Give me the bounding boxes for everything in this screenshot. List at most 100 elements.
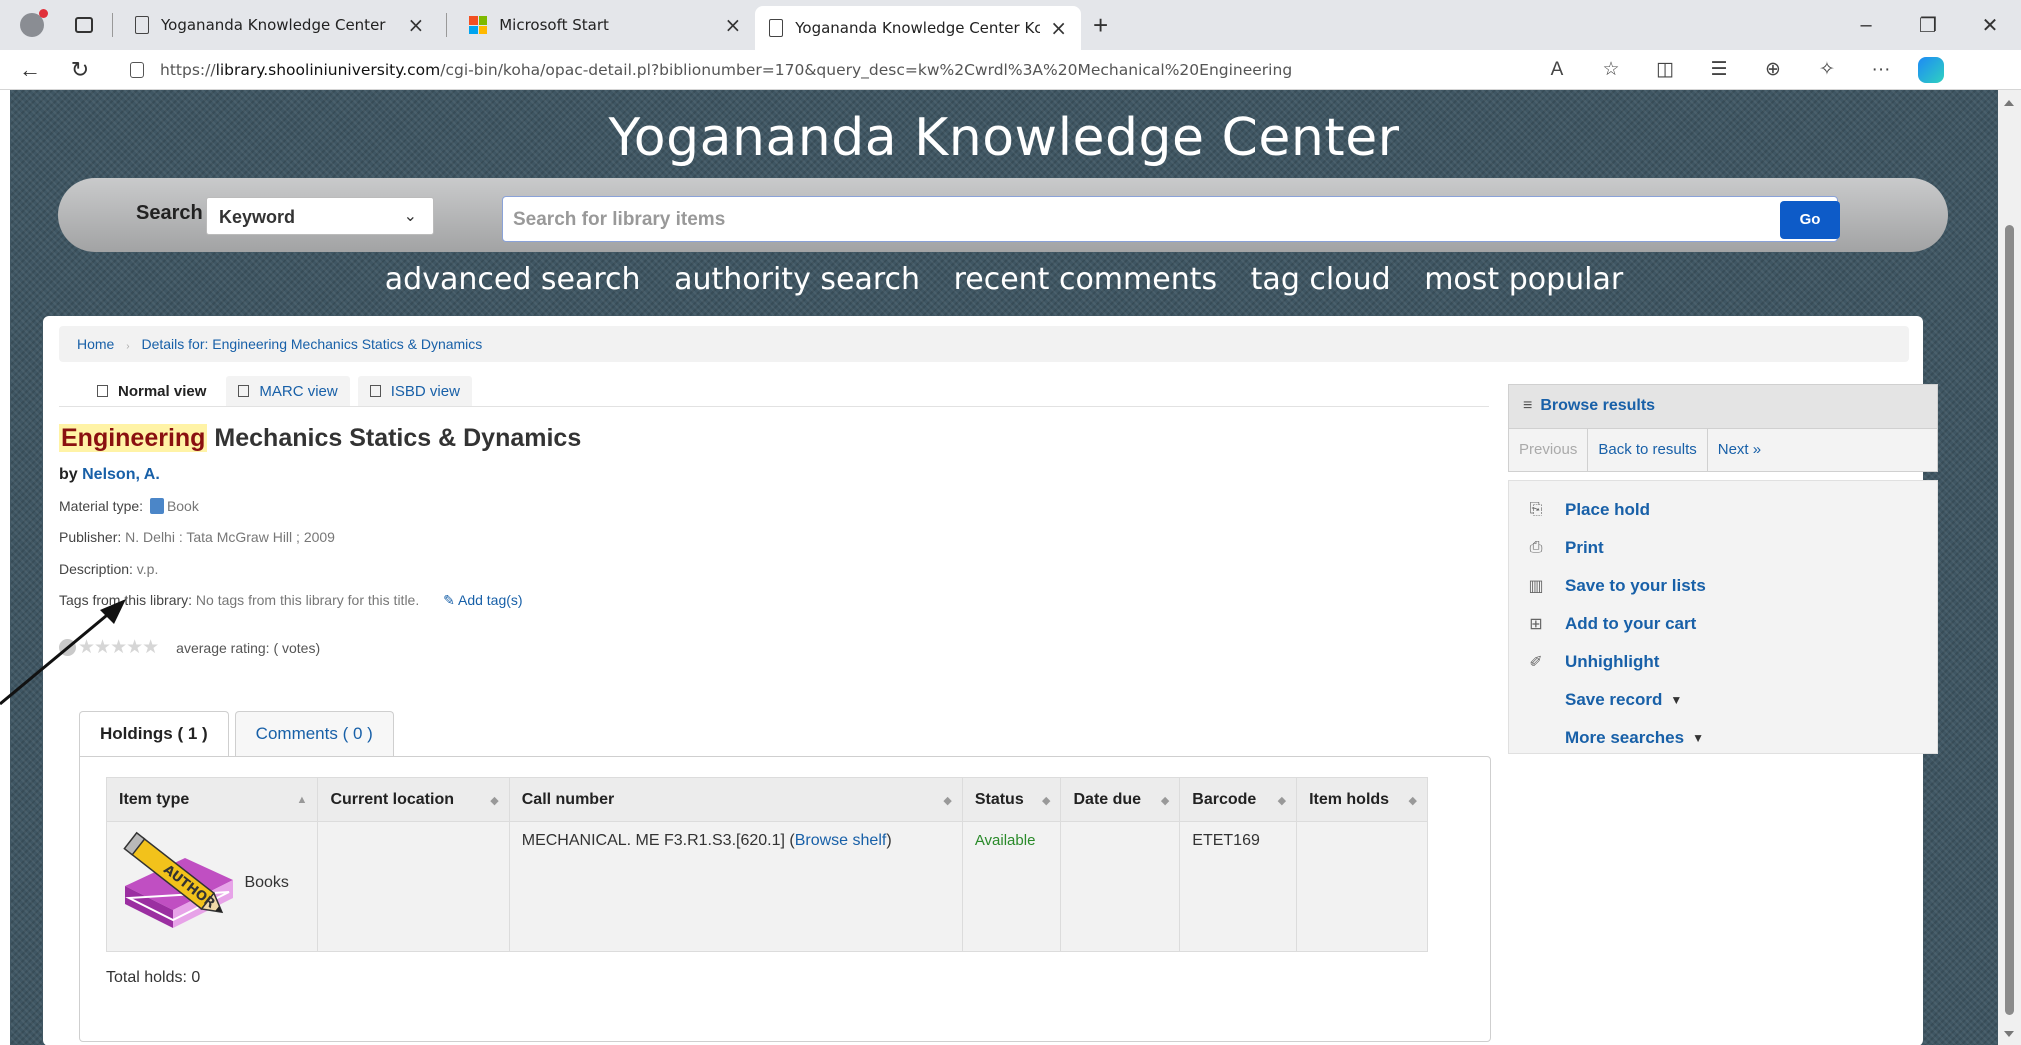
list-icon bbox=[238, 385, 250, 397]
search-term-highlight: Engineering bbox=[59, 424, 208, 452]
table-row: AUTHOR Books MECHANICAL. ME F3.R1.S3.[62… bbox=[105, 821, 1428, 952]
browser-tab-1[interactable]: Yogananda Knowledge Center × bbox=[121, 5, 438, 45]
search-input[interactable]: Search for library items bbox=[502, 196, 1838, 242]
tag-cloud-link[interactable]: tag cloud bbox=[1251, 262, 1391, 297]
chevron-down-icon: ⌄ bbox=[403, 208, 417, 225]
collections-icon[interactable]: ⊕ bbox=[1746, 58, 1800, 81]
date-due-cell bbox=[1060, 821, 1181, 952]
microsoft-start-icon bbox=[469, 16, 488, 34]
star-rating: ★★★★★ average rating: ( votes) bbox=[59, 636, 320, 659]
close-tab-icon[interactable]: × bbox=[1050, 16, 1067, 40]
sort-icon: ◆ bbox=[1160, 795, 1170, 807]
refresh-icon[interactable]: ↻ bbox=[60, 57, 100, 83]
book-icon bbox=[149, 498, 164, 514]
favorites-icon[interactable]: ☰ bbox=[1692, 58, 1746, 81]
item-type-cell: AUTHOR Books bbox=[105, 821, 319, 952]
save-record-dropdown[interactable]: Save record ▼ bbox=[1509, 681, 1937, 719]
tab-isbd-view[interactable]: ISBD view bbox=[357, 376, 472, 406]
tab-holdings[interactable]: Holdings ( 1 ) bbox=[79, 711, 229, 757]
sort-icon: ◆ bbox=[943, 795, 952, 807]
read-aloud-icon[interactable]: A bbox=[1530, 59, 1584, 81]
caret-down-icon: ▼ bbox=[1692, 731, 1704, 745]
close-tab-icon[interactable]: × bbox=[724, 13, 741, 37]
author-line: by Nelson, A. bbox=[59, 466, 160, 483]
col-current-location[interactable]: Current location ◆ bbox=[317, 777, 510, 822]
previous-link: Previous bbox=[1509, 429, 1589, 471]
page-scrollbar[interactable] bbox=[1998, 90, 2021, 1045]
caret-down-icon: ▼ bbox=[1670, 693, 1683, 707]
favorite-star-icon[interactable]: ☆ bbox=[1584, 58, 1638, 81]
col-item-type[interactable]: Item type ▲ bbox=[105, 777, 319, 822]
most-popular-link[interactable]: most popular bbox=[1424, 262, 1623, 297]
tab-normal-view[interactable]: Normal view bbox=[85, 376, 219, 406]
barcode-cell: ETET169 bbox=[1179, 821, 1298, 952]
sidebar: ≡ Browse results Previous Back to results… bbox=[1508, 384, 1938, 754]
close-tab-icon[interactable]: × bbox=[407, 13, 424, 37]
col-status[interactable]: Status ◆ bbox=[961, 777, 1062, 822]
advanced-search-link[interactable]: advanced search bbox=[385, 262, 641, 297]
more-searches-dropdown[interactable]: More searches ▼ bbox=[1509, 719, 1937, 757]
col-date-due[interactable]: Date due ◆ bbox=[1060, 777, 1181, 822]
new-tab-icon[interactable]: + bbox=[1093, 10, 1108, 41]
extensions-icon[interactable]: ✧ bbox=[1800, 58, 1854, 81]
browse-results-box: ≡ Browse results Previous Back to results… bbox=[1508, 384, 1938, 472]
add-to-cart-action[interactable]: ⊞ Add to your cart bbox=[1509, 605, 1937, 643]
print-action[interactable]: ⎙ Print bbox=[1509, 529, 1937, 567]
restore-icon[interactable]: ❐ bbox=[1897, 13, 1959, 38]
tab-comments[interactable]: Comments ( 0 ) bbox=[234, 711, 394, 757]
browser-tab-2[interactable]: Microsoft Start × bbox=[455, 5, 755, 45]
tab-marc-view[interactable]: MARC view bbox=[226, 376, 350, 406]
col-call-number[interactable]: Call number ◆ bbox=[508, 777, 963, 822]
go-button[interactable]: Go bbox=[1780, 201, 1840, 239]
profile-icon[interactable] bbox=[12, 5, 52, 45]
document-icon bbox=[97, 385, 108, 397]
col-item-holds[interactable]: Item holds ◆ bbox=[1296, 777, 1428, 822]
rating-stars[interactable]: ★★★★★ bbox=[78, 636, 159, 659]
sort-icon: ◆ bbox=[490, 795, 499, 807]
record-actions: ⎘ Place hold ⎙ Print ▥ Save to your lists ⊞… bbox=[1508, 480, 1938, 754]
more-menu-icon[interactable]: ··· bbox=[1854, 59, 1908, 81]
back-arrow-icon[interactable]: ← bbox=[10, 57, 50, 83]
breadcrumb-current[interactable]: Details for: Engineering Mechanics Stati… bbox=[141, 336, 482, 352]
copilot-icon[interactable] bbox=[1918, 56, 1944, 83]
place-hold-action[interactable]: ⎘ Place hold bbox=[1509, 491, 1937, 529]
address-bar: ← ↻ https://library.shooliniuniversity.c… bbox=[0, 50, 2021, 90]
minimize-icon[interactable]: – bbox=[1835, 14, 1897, 37]
description: Description: v.p. bbox=[59, 561, 159, 577]
book-open-icon bbox=[369, 385, 381, 397]
recent-comments-link[interactable]: recent comments bbox=[954, 262, 1218, 297]
sort-icon: ◆ bbox=[1042, 795, 1051, 807]
browser-tab-3[interactable]: Yogananda Knowledge Center Kc × bbox=[755, 6, 1081, 50]
scroll-down-arrow-icon[interactable] bbox=[2004, 1031, 2014, 1037]
page-icon bbox=[769, 19, 784, 37]
page-background: Yogananda Knowledge Center Search Keywor… bbox=[10, 90, 1998, 1045]
status-cell: Available bbox=[961, 821, 1062, 952]
unhighlight-action[interactable]: ✐ Unhighlight bbox=[1509, 643, 1937, 681]
col-barcode[interactable]: Barcode ◆ bbox=[1179, 777, 1298, 822]
scroll-thumb[interactable] bbox=[2005, 225, 2014, 1015]
search-type-select[interactable]: Keyword ⌄ bbox=[206, 197, 434, 235]
current-location-cell bbox=[317, 821, 510, 952]
add-tag-link[interactable]: ✎ Add tag(s) bbox=[443, 592, 522, 608]
next-link[interactable]: Next » bbox=[1708, 429, 1771, 471]
url-field[interactable]: https://library.shooliniuniversity.com/c… bbox=[130, 53, 1490, 87]
split-screen-icon[interactable]: ◫ bbox=[1638, 58, 1692, 81]
scroll-up-arrow-icon[interactable] bbox=[2004, 100, 2014, 106]
total-holds: Total holds: 0 bbox=[106, 969, 201, 986]
view-tabs: Normal view MARC view ISBD view bbox=[85, 376, 480, 406]
authority-search-link[interactable]: authority search bbox=[674, 262, 920, 297]
cart-icon: ⊞ bbox=[1529, 616, 1543, 633]
author-link[interactable]: Nelson, A. bbox=[82, 466, 160, 483]
back-to-results-link[interactable]: Back to results bbox=[1588, 429, 1708, 471]
browse-results-header[interactable]: ≡ Browse results bbox=[1509, 385, 1937, 429]
item-holds-cell bbox=[1296, 821, 1428, 952]
breadcrumb-home[interactable]: Home bbox=[77, 336, 114, 352]
printer-icon: ⎙ bbox=[1529, 539, 1543, 556]
close-window-icon[interactable]: ✕ bbox=[1959, 13, 2021, 38]
tab-actions-icon[interactable] bbox=[64, 5, 104, 45]
author-book-image: AUTHOR bbox=[115, 828, 240, 938]
main-content: Home › Details for: Engineering Mechanic… bbox=[43, 316, 1938, 1045]
browse-shelf-link[interactable]: Browse shelf bbox=[795, 832, 887, 849]
save-to-lists-action[interactable]: ▥ Save to your lists bbox=[1509, 567, 1937, 605]
cancel-rating-icon[interactable] bbox=[59, 639, 76, 656]
